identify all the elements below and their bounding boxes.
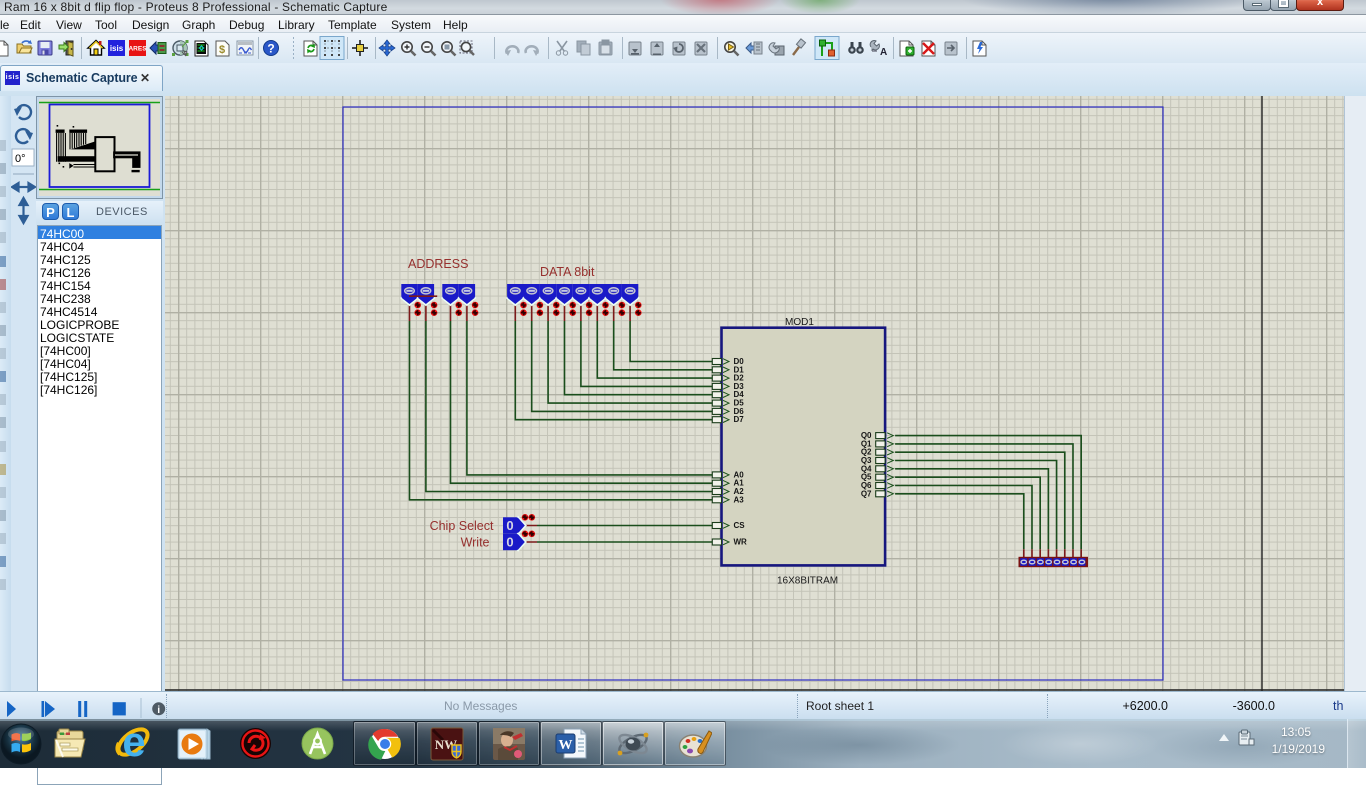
svg-text:Chip Select: Chip Select	[430, 519, 494, 533]
svg-text:i: i	[157, 704, 160, 716]
svg-text:$: $	[219, 44, 225, 56]
svg-text:A3: A3	[734, 495, 745, 504]
svg-text:W: W	[559, 738, 573, 753]
svg-text:16X8BITRAM: 16X8BITRAM	[777, 576, 838, 587]
svg-text:e: e	[122, 723, 145, 763]
svg-text:A: A	[880, 47, 887, 58]
svg-text:?: ?	[267, 42, 274, 56]
svg-text:isis: isis	[110, 44, 124, 53]
svg-text:CS: CS	[734, 521, 746, 530]
svg-text:Write: Write	[461, 536, 490, 550]
svg-text:MOD1: MOD1	[785, 317, 814, 328]
svg-text:ARES: ARES	[128, 46, 147, 53]
svg-text:DATA 8bit: DATA 8bit	[540, 265, 595, 279]
svg-text:0: 0	[506, 518, 513, 533]
svg-text:WR: WR	[734, 538, 748, 547]
svg-text:D7: D7	[734, 415, 745, 424]
svg-text:0°: 0°	[15, 153, 26, 165]
svg-text:Q7: Q7	[861, 489, 872, 498]
svg-text:ADDRESS: ADDRESS	[408, 257, 468, 271]
svg-text:0: 0	[506, 535, 513, 550]
